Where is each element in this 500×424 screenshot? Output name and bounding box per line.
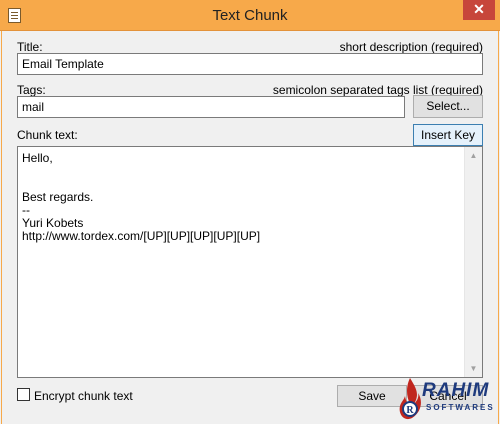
title-label: Title: <box>17 40 43 54</box>
select-tags-button[interactable]: Select... <box>413 95 483 118</box>
watermark-logo: R RAHIM SOFTWARES <box>396 372 500 424</box>
title-bar: Text Chunk ✕ <box>0 0 500 31</box>
chunk-text-content: Hello, Best regards. -- Yuri Kobets http… <box>22 151 261 243</box>
encrypt-checkbox[interactable] <box>17 388 30 401</box>
close-button[interactable]: ✕ <box>463 0 495 20</box>
scroll-up-icon[interactable]: ▲ <box>465 147 482 164</box>
title-hint: short description (required) <box>339 40 483 54</box>
tags-label: Tags: <box>17 83 46 97</box>
title-input[interactable]: Email Template <box>17 53 483 75</box>
insert-key-button[interactable]: Insert Key <box>413 124 483 146</box>
encrypt-label: Encrypt chunk text <box>34 389 133 403</box>
svg-text:R: R <box>406 405 414 416</box>
watermark-sub: SOFTWARES <box>426 403 495 412</box>
window-title: Text Chunk <box>212 7 288 24</box>
tags-input[interactable]: mail <box>17 96 405 118</box>
flame-icon: R <box>399 378 421 420</box>
watermark-name: RAHIM <box>422 380 490 401</box>
chunk-text-area[interactable]: Hello, Best regards. -- Yuri Kobets http… <box>17 146 483 378</box>
vertical-scrollbar[interactable]: ▲ ▼ <box>464 147 482 377</box>
chunk-text-label: Chunk text: <box>17 128 78 142</box>
